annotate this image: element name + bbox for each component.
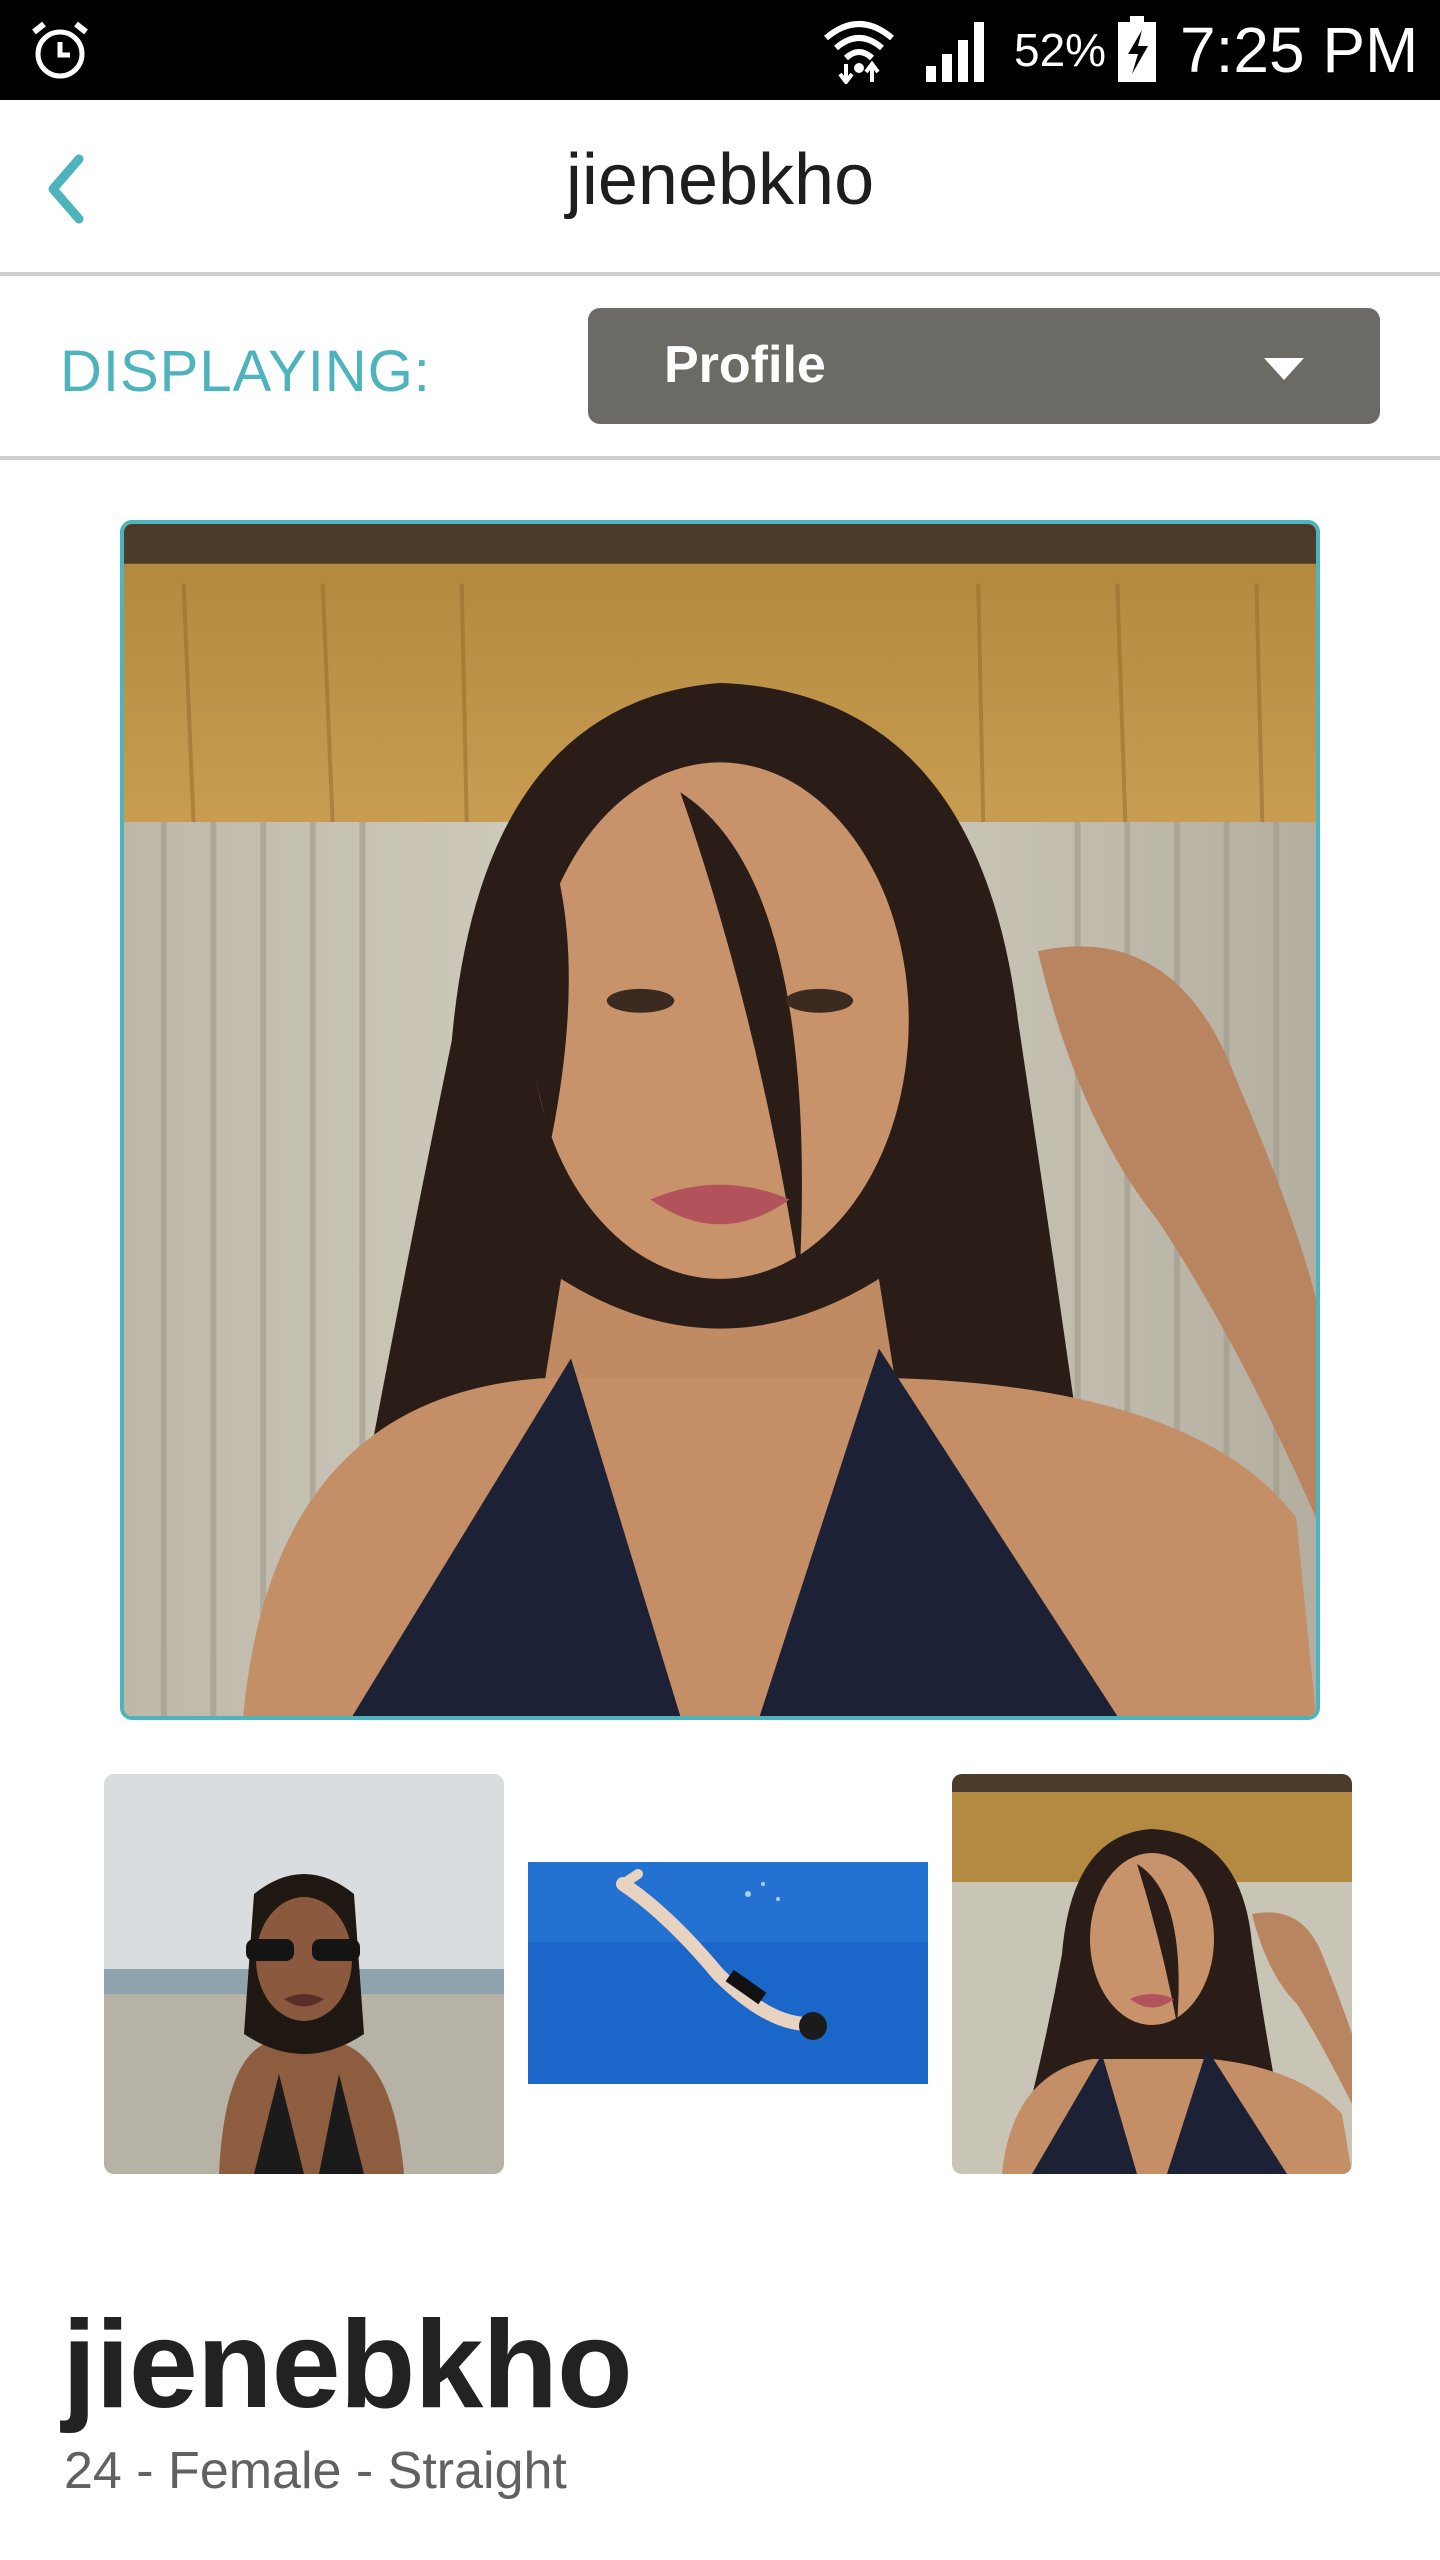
alarm-icon [32,21,88,79]
profile-username: jienebkho [62,2296,633,2434]
clock: 7:25 PM [1180,14,1419,86]
battery-percent: 52% [1014,24,1107,76]
page-title: jienebkho [565,140,875,220]
status-bar: 52% 7:25 PM [0,0,1440,100]
display-filter-selected: Profile [664,336,826,394]
thumbnail-beach[interactable] [104,1774,504,2174]
display-filter-label: DISPLAYING: [60,339,431,404]
battery-charging-icon [1118,16,1156,82]
caret-down-icon [1264,358,1304,380]
wifi-icon [824,21,894,84]
display-filter-row: DISPLAYING: Profile [0,280,1440,460]
profile-details: 24 - Female - Straight [64,2442,567,2500]
signal-icon [926,22,984,82]
app-header: jienebkho [0,100,1440,276]
profile-photo[interactable] [120,520,1320,1720]
thumbnail-portrait[interactable] [952,1774,1352,2174]
display-filter-dropdown[interactable]: Profile [588,308,1380,424]
thumbnail-underwater[interactable] [528,1774,928,2174]
